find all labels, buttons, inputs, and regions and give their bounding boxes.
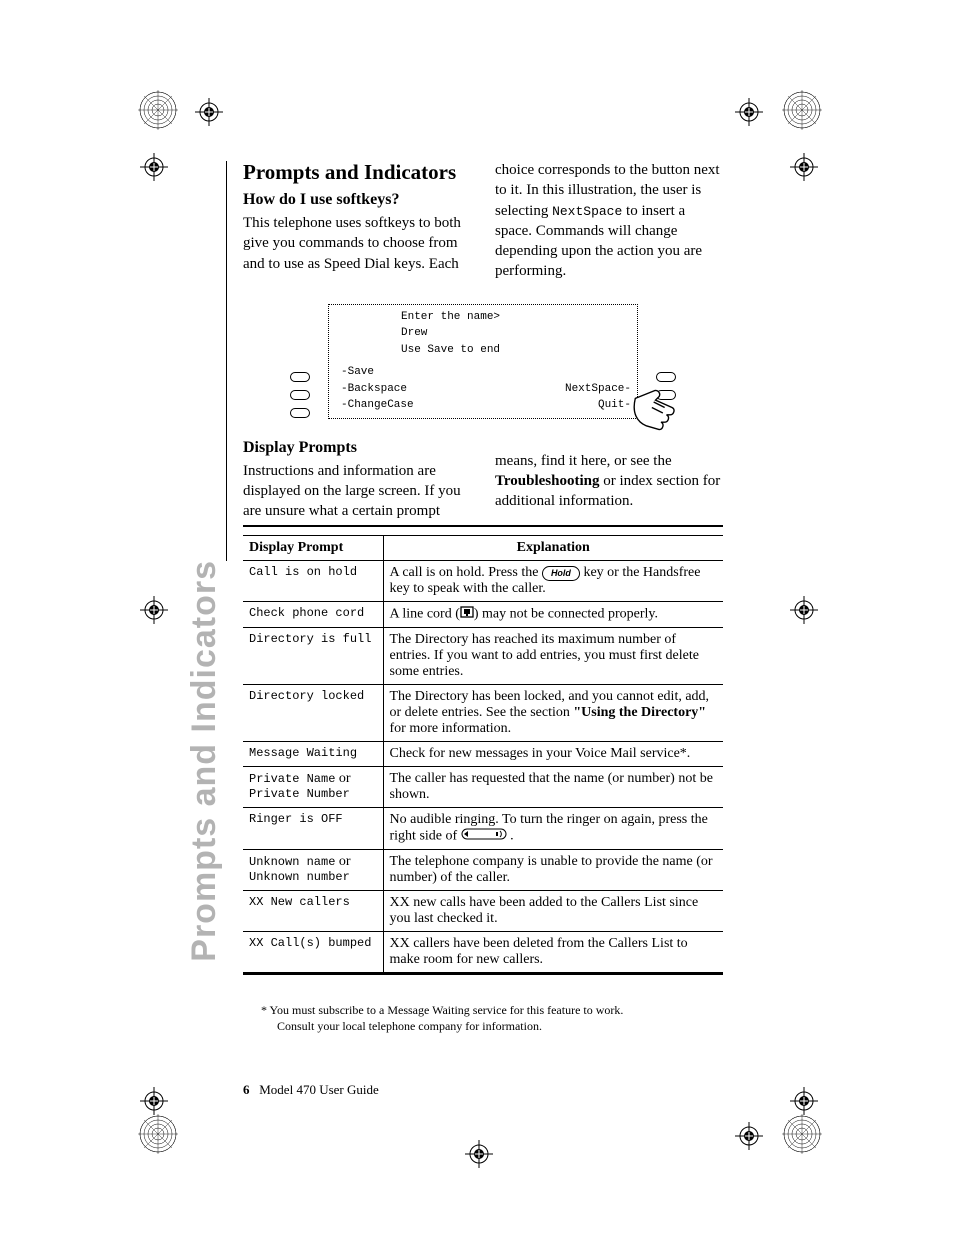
- prompt-cell: XX Call(s) bumped: [243, 932, 383, 973]
- pointing-hand-icon: [628, 380, 683, 439]
- table-row: Check phone cord A line cord () may not …: [243, 602, 723, 628]
- body-text: choice corresponds to the button next to…: [495, 160, 723, 282]
- explanation-cell: A call is on hold. Press the Hold key or…: [383, 561, 723, 602]
- table-row: Unknown name or Unknown number The telep…: [243, 850, 723, 891]
- subheading-display-prompts: Display Prompts: [243, 439, 471, 457]
- section-tab: Prompts and Indicators: [185, 158, 224, 560]
- crop-mark-icon: [140, 596, 168, 624]
- softkey-button-icon: [290, 408, 310, 418]
- table-row: XX New callers XX new calls have been ad…: [243, 891, 723, 932]
- subheading-softkeys: How do I use softkeys?: [243, 191, 471, 209]
- hold-key-icon: Hold: [542, 566, 580, 581]
- explanation-cell: Check for new messages in your Voice Mai…: [383, 742, 723, 767]
- crop-mark-icon: [790, 1087, 818, 1115]
- softkey-label: -Save: [341, 364, 414, 381]
- table-header-row: Display Prompt Explanation: [243, 536, 723, 561]
- line-jack-icon: [460, 606, 474, 623]
- display-prompts-table: Display Prompt Explanation Call is on ho…: [243, 525, 723, 975]
- prompt-cell: Message Waiting: [243, 742, 383, 767]
- table-row: Ringer is OFF No audible ringing. To tur…: [243, 808, 723, 850]
- page-footer: 6 Model 470 User Guide: [243, 1082, 379, 1098]
- rosette-icon: [782, 1114, 822, 1154]
- explanation-cell: XX callers have been deleted from the Ca…: [383, 932, 723, 973]
- vertical-rule: [226, 161, 227, 561]
- lcd-line: Enter the name>: [401, 309, 631, 326]
- explanation-cell: XX new calls have been added to the Call…: [383, 891, 723, 932]
- softkey-button-icon: [290, 390, 310, 400]
- table-row: XX Call(s) bumped XX callers have been d…: [243, 932, 723, 973]
- explanation-cell: No audible ringing. To turn the ringer o…: [383, 808, 723, 850]
- prompt-cell: Check phone cord: [243, 602, 383, 628]
- table-row: Directory is full The Directory has reac…: [243, 628, 723, 685]
- lcd-line: Drew: [401, 325, 631, 342]
- footnote: * You must subscribe to a Message Waitin…: [271, 1003, 723, 1034]
- rosette-icon: [138, 1114, 178, 1154]
- explanation-cell: The Directory has been locked, and you c…: [383, 685, 723, 742]
- softkey-button-icon: [290, 372, 310, 382]
- prompt-cell: XX New callers: [243, 891, 383, 932]
- table-row: Directory locked The Directory has been …: [243, 685, 723, 742]
- volume-rocker-icon: [461, 828, 507, 845]
- col-header-explanation: Explanation: [383, 536, 723, 561]
- softkey-label: -Backspace: [341, 381, 414, 398]
- softkey-label: -ChangeCase: [341, 397, 414, 414]
- prompt-cell: Unknown name or Unknown number: [243, 850, 383, 891]
- table-row: Private Name or Private Number The calle…: [243, 767, 723, 808]
- explanation-cell: The caller has requested that the name (…: [383, 767, 723, 808]
- crop-mark-icon: [790, 153, 818, 181]
- crop-mark-icon: [195, 98, 223, 126]
- body-text: means, find it here, or see the Troubles…: [495, 451, 723, 512]
- body-text: This telephone uses softkeys to both giv…: [243, 213, 471, 274]
- prompt-cell: Directory locked: [243, 685, 383, 742]
- rosette-icon: [138, 90, 178, 130]
- softkey-diagram: Enter the name> Drew Use Save to end -Sa…: [328, 304, 638, 419]
- explanation-cell: The telephone company is unable to provi…: [383, 850, 723, 891]
- table-row: Call is on hold A call is on hold. Press…: [243, 561, 723, 602]
- col-header-prompt: Display Prompt: [243, 536, 383, 561]
- rosette-icon: [782, 90, 822, 130]
- explanation-cell: A line cord () may not be connected prop…: [383, 602, 723, 628]
- crop-mark-icon: [790, 596, 818, 624]
- page-number: 6: [243, 1082, 250, 1097]
- crop-mark-icon: [140, 1087, 168, 1115]
- crop-mark-icon: [735, 98, 763, 126]
- body-text: Instructions and information are display…: [243, 461, 471, 522]
- crop-mark-icon: [140, 153, 168, 181]
- prompt-cell: Call is on hold: [243, 561, 383, 602]
- crop-mark-icon: [465, 1140, 493, 1168]
- crop-mark-icon: [735, 1122, 763, 1150]
- prompt-cell: Private Name or Private Number: [243, 767, 383, 808]
- footer-title: Model 470 User Guide: [259, 1082, 379, 1097]
- table-row: Message Waiting Check for new messages i…: [243, 742, 723, 767]
- lcd-line: Use Save to end: [401, 342, 631, 359]
- explanation-cell: The Directory has reached its maximum nu…: [383, 628, 723, 685]
- page-title: Prompts and Indicators: [243, 160, 471, 185]
- prompt-cell: Directory is full: [243, 628, 383, 685]
- prompt-cell: Ringer is OFF: [243, 808, 383, 850]
- softkey-label: Quit-: [565, 397, 631, 414]
- softkey-label: NextSpace-: [565, 381, 631, 398]
